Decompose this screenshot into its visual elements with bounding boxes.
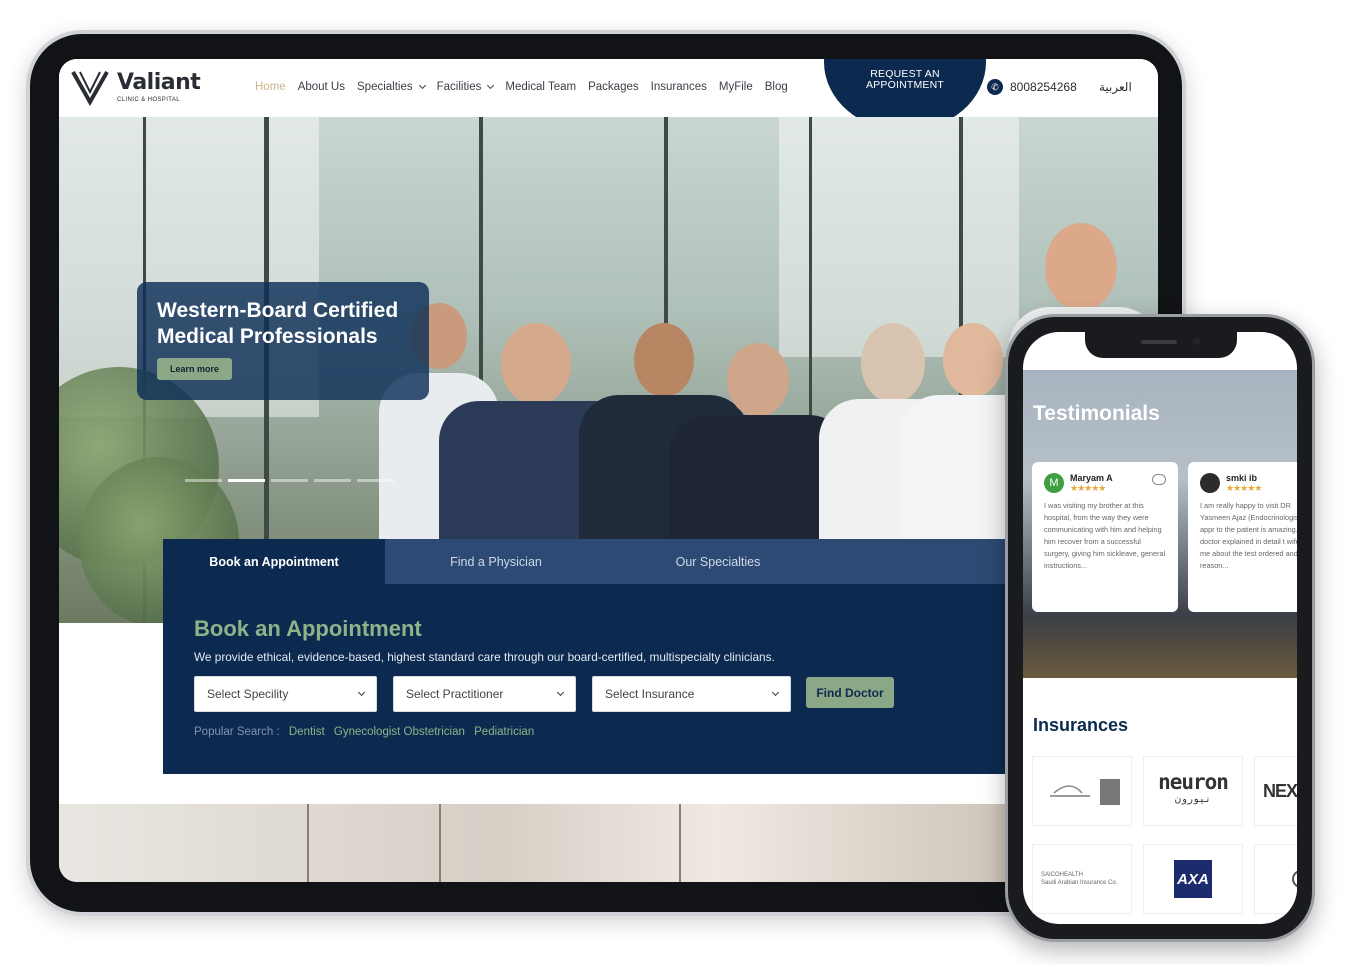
nav-links: Home About Us Specialties Facilities Med… — [255, 81, 800, 93]
slider-dot[interactable] — [357, 479, 394, 482]
nav-specialties[interactable]: Specialties — [357, 81, 426, 93]
phone-screen: Testimonials M Maryam A ★★★★★ I was visi… — [1023, 332, 1297, 924]
brand-logo[interactable]: Valiant CLINIC & HOSPITAL — [71, 68, 201, 106]
practitioner-select[interactable]: Select Practitioner — [393, 676, 576, 712]
popular-tag-gynecologist[interactable]: Gynecologist Obstetrician — [334, 726, 465, 738]
chevron-down-icon — [771, 688, 780, 696]
find-doctor-button[interactable]: Find Doctor — [806, 677, 894, 708]
reviewer-name: smki ib — [1226, 473, 1258, 483]
popular-tag-pediatrician[interactable]: Pediatrician — [474, 726, 534, 738]
tab-our-specialties[interactable]: Our Specialties — [607, 539, 829, 584]
chevron-down-icon — [418, 81, 426, 90]
brand-name: Valiant — [117, 69, 201, 95]
insurer-logo-oman[interactable] — [1032, 756, 1132, 826]
nav-insurances[interactable]: Insurances — [651, 81, 707, 93]
testimonial-text: I was visiting my brother at this hospit… — [1044, 501, 1166, 570]
slider-dot-active[interactable] — [228, 479, 265, 482]
avatar — [1200, 473, 1220, 493]
insurer-logo-saico[interactable]: SAICOHEALTH Saudi Arabian Insurance Co. — [1032, 844, 1132, 914]
language-switch[interactable]: العربية — [1099, 80, 1132, 94]
nav-medical-team[interactable]: Medical Team — [505, 81, 576, 93]
tab-find-physician[interactable]: Find a Physician — [385, 539, 607, 584]
insurer-emblem-icon — [1050, 779, 1120, 805]
insurer-logo-axa[interactable]: AXA — [1143, 844, 1243, 914]
insurance-select[interactable]: Select Insurance — [592, 676, 791, 712]
learn-more-button[interactable]: Learn more — [157, 358, 233, 380]
brand-tagline: CLINIC & HOSPITAL — [117, 96, 181, 103]
nav-home[interactable]: Home — [255, 81, 286, 93]
phone-number: 8008254268 — [1010, 80, 1077, 94]
tab-book-appointment[interactable]: Book an Appointment — [163, 539, 385, 584]
popular-search: Popular Search : Dentist Gynecologist Ob… — [194, 726, 535, 738]
phone-notch — [1085, 332, 1237, 358]
phone-device: Testimonials M Maryam A ★★★★★ I was visi… — [1005, 314, 1315, 942]
speciality-select[interactable]: Select Specility — [194, 676, 377, 712]
chevron-down-icon — [556, 688, 565, 696]
insurer-emblem-icon — [1292, 870, 1297, 888]
chevron-down-icon — [357, 688, 366, 696]
slider-dot[interactable] — [314, 479, 351, 482]
insurances-title: Insurances — [1033, 715, 1129, 735]
testimonial-card[interactable]: smki ib ★★★★★ I am really happy to visit… — [1188, 462, 1297, 612]
hero-message-card: Western-Board Certified Medical Professi… — [137, 282, 429, 400]
nav-packages[interactable]: Packages — [588, 81, 639, 93]
slider-dot[interactable] — [185, 479, 222, 482]
nav-facilities[interactable]: Facilities — [437, 81, 495, 93]
insurer-logo-nex[interactable]: NEX — [1254, 756, 1297, 826]
hero-title-line2: Medical Professionals — [157, 325, 378, 348]
facility-image-strip — [59, 804, 1158, 882]
phone-icon: ✆ — [987, 79, 1003, 95]
testimonial-text: I am really happy to visit DR Yasmeen Aj… — [1200, 501, 1297, 570]
star-rating: ★★★★★ — [1070, 483, 1106, 493]
nav-blog[interactable]: Blog — [765, 81, 788, 93]
nav-myfile[interactable]: MyFile — [719, 81, 753, 93]
testimonials-title: Testimonials — [1033, 402, 1160, 425]
insurer-logo-neuron[interactable]: neuron نيورون — [1143, 756, 1243, 826]
slider-dot[interactable] — [271, 479, 308, 482]
testimonial-card[interactable]: M Maryam A ★★★★★ I was visiting my broth… — [1032, 462, 1178, 612]
booking-description: We provide ethical, evidence-based, high… — [194, 650, 775, 664]
phone-link[interactable]: ✆ 8008254268 — [987, 79, 1077, 95]
tablet-screen: Valiant CLINIC & HOSPITAL Home About Us … — [59, 59, 1158, 882]
chat-bubble-icon — [1152, 474, 1166, 485]
avatar: M — [1044, 473, 1064, 493]
slider-dots — [185, 479, 394, 482]
chevron-down-icon — [487, 81, 495, 90]
insurer-logo-partial[interactable] — [1254, 844, 1297, 914]
reviewer-name: Maryam A — [1070, 473, 1113, 483]
top-navigation: Valiant CLINIC & HOSPITAL Home About Us … — [59, 59, 1158, 131]
star-rating: ★★★★★ — [1226, 483, 1262, 493]
nav-about-us[interactable]: About Us — [298, 81, 345, 93]
popular-tag-dentist[interactable]: Dentist — [289, 726, 325, 738]
valiant-logo-icon — [71, 71, 109, 106]
booking-title: Book an Appointment — [194, 616, 422, 641]
hero-title-line1: Western-Board Certified — [157, 299, 399, 322]
